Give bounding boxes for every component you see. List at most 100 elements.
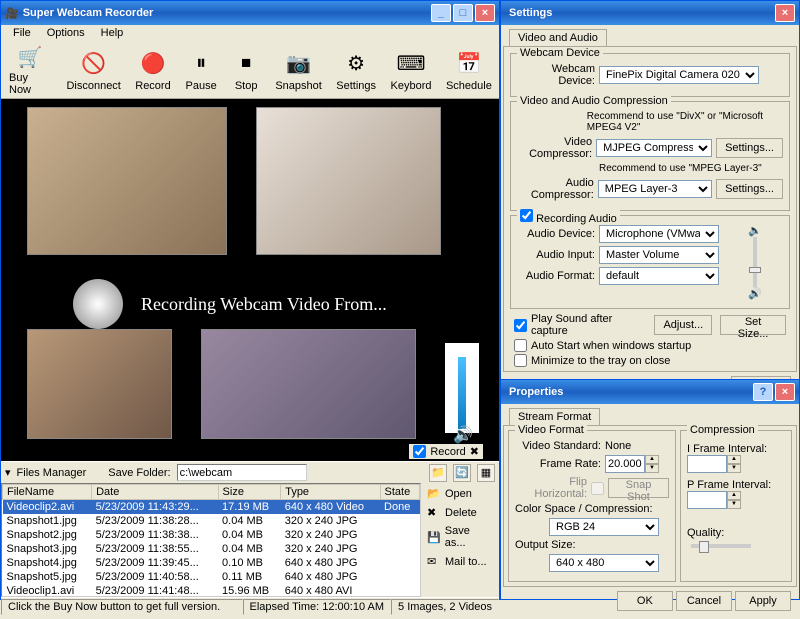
adjust-button[interactable]: Adjust... xyxy=(654,315,712,335)
colorspace-select[interactable]: RGB 24 xyxy=(549,518,659,536)
tool-settings[interactable]: ⚙Settings xyxy=(329,43,383,98)
audio-compressor-select[interactable]: MPEG Layer-3 xyxy=(598,180,712,198)
refresh-button[interactable]: 🔄 xyxy=(453,464,471,482)
col-date[interactable]: Date xyxy=(92,485,218,500)
minimize-button[interactable]: _ xyxy=(431,4,451,22)
audio-format-select[interactable]: default xyxy=(599,267,719,285)
action-mailto[interactable]: ✉Mail to... xyxy=(427,555,493,568)
settings-close-button[interactable]: × xyxy=(775,4,795,22)
col-size[interactable]: Size xyxy=(218,485,281,500)
properties-titlebar[interactable]: Properties ? × xyxy=(501,380,799,404)
audio-format-label: Audio Format: xyxy=(517,270,595,282)
frame-rate-up[interactable]: ▲ xyxy=(645,455,659,464)
iframe-up[interactable]: ▲ xyxy=(727,455,741,464)
output-size-label: Output Size: xyxy=(515,539,669,551)
video-compressor-select[interactable]: MJPEG Compressor xyxy=(596,139,712,157)
pframe-up[interactable]: ▲ xyxy=(727,491,741,500)
record-checkbox-row: Record ✖ xyxy=(409,444,483,459)
menu-file[interactable]: File xyxy=(5,25,39,43)
iframe-down[interactable]: ▼ xyxy=(727,464,741,473)
recording-audio-checkbox[interactable] xyxy=(520,209,533,222)
settings-titlebar[interactable]: Settings × xyxy=(501,1,799,25)
frame-rate-down[interactable]: ▼ xyxy=(645,464,659,473)
tool-keyboard[interactable]: ⌨Keybord xyxy=(383,43,439,98)
stop-icon: ⏹ xyxy=(232,50,260,78)
delete-label: Delete xyxy=(445,507,477,519)
webcam-icon xyxy=(73,279,123,329)
disconnect-label: Disconnect xyxy=(66,80,120,92)
audio-device-select[interactable]: Microphone (VMware VM xyxy=(599,225,719,243)
files-manager-label: Files Manager xyxy=(17,467,87,479)
file-table[interactable]: FileNameDateSizeTypeState Videoclip2.avi… xyxy=(1,483,421,597)
close-preview-icon[interactable]: ✖ xyxy=(470,445,479,458)
frame-rate-spinner[interactable]: ▲▼ xyxy=(605,455,659,473)
table-row[interactable]: Snapshot5.jpg5/23/2009 11:40:58...0.11 M… xyxy=(3,570,420,584)
main-title: Super Webcam Recorder xyxy=(19,7,431,19)
tab-video-audio[interactable]: Video and Audio xyxy=(509,29,607,46)
main-window: 🎥 Super Webcam Recorder _ □ × File Optio… xyxy=(0,0,500,600)
pframe-spinner[interactable]: ▲▼ xyxy=(687,491,741,509)
webcam-device-select[interactable]: FinePix Digital Camera 020724 (W xyxy=(599,66,759,84)
table-row[interactable]: Videoclip1.avi5/23/2009 11:41:48...15.96… xyxy=(3,584,420,597)
quality-slider[interactable] xyxy=(691,544,751,548)
col-state[interactable]: State xyxy=(380,485,419,500)
output-size-select[interactable]: 640 x 480 xyxy=(549,554,659,572)
collapse-icon[interactable]: ▾ xyxy=(5,466,11,479)
pframe-down[interactable]: ▼ xyxy=(727,500,741,509)
properties-help-button[interactable]: ? xyxy=(753,383,773,401)
tool-record[interactable]: 🔴Record xyxy=(128,43,178,98)
video-compressor-label: Video Compressor: xyxy=(517,136,592,160)
tab-stream-format[interactable]: Stream Format xyxy=(509,408,600,425)
view-mode-button[interactable]: ▦ xyxy=(477,464,495,482)
auto-start-checkbox[interactable] xyxy=(514,339,527,352)
schedule-label: Schedule xyxy=(446,80,492,92)
audio-settings-button[interactable]: Settings... xyxy=(716,179,783,199)
table-row[interactable]: Snapshot1.jpg5/23/2009 11:38:28...0.04 M… xyxy=(3,514,420,528)
ok-button[interactable]: OK xyxy=(617,591,673,611)
video-settings-button[interactable]: Settings... xyxy=(716,138,783,158)
main-titlebar[interactable]: 🎥 Super Webcam Recorder _ □ × xyxy=(1,1,499,25)
action-open[interactable]: 📂Open xyxy=(427,487,493,500)
tool-schedule[interactable]: 📅Schedule xyxy=(439,43,499,98)
volume-slider[interactable] xyxy=(753,237,757,287)
tool-snapshot[interactable]: 📷Snapshot xyxy=(268,43,329,98)
menu-options[interactable]: Options xyxy=(39,25,93,43)
table-row[interactable]: Snapshot4.jpg5/23/2009 11:39:45...0.10 M… xyxy=(3,556,420,570)
tool-stop[interactable]: ⏹Stop xyxy=(224,43,268,98)
tool-pause[interactable]: ⏸Pause xyxy=(178,43,224,98)
set-size-button[interactable]: Set Size... xyxy=(720,315,786,335)
cancel-button[interactable]: Cancel xyxy=(676,591,732,611)
action-delete[interactable]: ✖Delete xyxy=(427,506,493,519)
settings-icon: ⚙ xyxy=(342,50,370,78)
audio-input-select[interactable]: Master Volume xyxy=(599,246,719,264)
action-saveas[interactable]: 💾Save as... xyxy=(427,525,493,549)
mailto-label: Mail to... xyxy=(445,556,487,568)
iframe-input[interactable] xyxy=(687,455,727,473)
speaker-icon[interactable]: 🔊 xyxy=(453,425,473,445)
play-sound-checkbox[interactable] xyxy=(514,319,527,332)
col-filename[interactable]: FileName xyxy=(3,485,92,500)
table-row[interactable]: Videoclip2.avi5/23/2009 11:43:29...17.19… xyxy=(3,500,420,515)
compression-group: Video and Audio Compression Recommend to… xyxy=(510,101,790,211)
pause-icon: ⏸ xyxy=(187,50,215,78)
toolbar: 🛒Buy Now🚫Disconnect🔴Record⏸Pause⏹Stop📷Sn… xyxy=(1,43,499,99)
table-row[interactable]: Snapshot3.jpg5/23/2009 11:38:55...0.04 M… xyxy=(3,542,420,556)
tool-buynow[interactable]: 🛒Buy Now xyxy=(1,43,59,98)
iframe-spinner[interactable]: ▲▼ xyxy=(687,455,741,473)
record-checkbox[interactable] xyxy=(413,445,426,458)
browse-folder-button[interactable]: 📁 xyxy=(429,464,447,482)
pframe-input[interactable] xyxy=(687,491,727,509)
tool-disconnect[interactable]: 🚫Disconnect xyxy=(59,43,127,98)
minimize-tray-checkbox[interactable] xyxy=(514,354,527,367)
save-folder-input[interactable] xyxy=(177,464,307,481)
apply-button[interactable]: Apply xyxy=(735,591,791,611)
table-row[interactable]: Snapshot2.jpg5/23/2009 11:38:38...0.04 M… xyxy=(3,528,420,542)
video-standard-label: Video Standard: xyxy=(515,440,601,452)
compression-group-props: Compression I Frame Interval: ▲▼ P Frame… xyxy=(680,430,792,582)
menu-help[interactable]: Help xyxy=(93,25,132,43)
col-type[interactable]: Type xyxy=(281,485,380,500)
frame-rate-input[interactable] xyxy=(605,455,645,473)
properties-close-button[interactable]: × xyxy=(775,383,795,401)
maximize-button[interactable]: □ xyxy=(453,4,473,22)
close-button[interactable]: × xyxy=(475,4,495,22)
